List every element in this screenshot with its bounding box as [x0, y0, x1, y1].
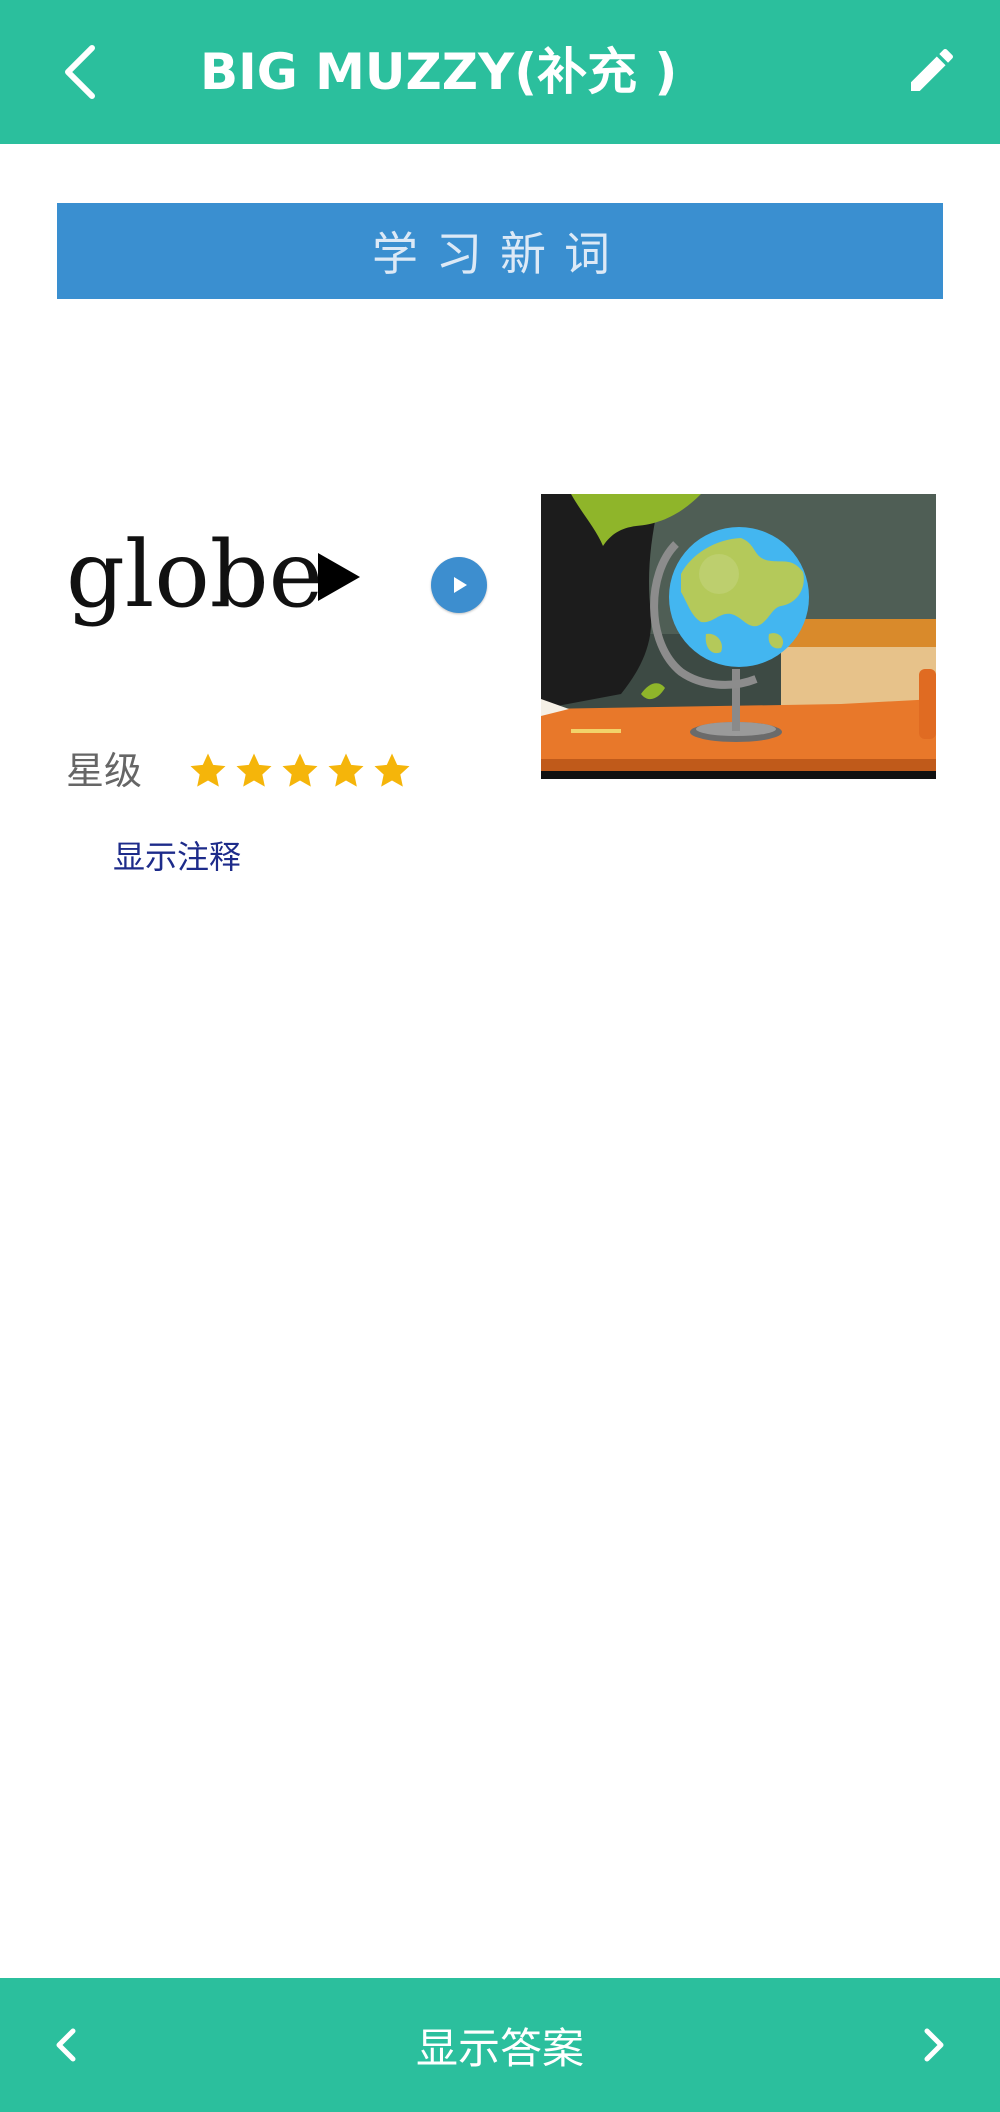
previous-button[interactable] — [30, 2003, 100, 2087]
chevron-left-icon — [65, 45, 95, 99]
audio-play-button[interactable] — [431, 557, 487, 613]
audio-play-icon — [454, 577, 467, 593]
next-button[interactable] — [900, 2003, 970, 2087]
star-rating[interactable] — [188, 746, 412, 796]
chevron-left-icon — [56, 2028, 76, 2062]
star-icon[interactable] — [280, 751, 320, 791]
word-study-screen: BIG MUZZY(补充 ) 学习新词 globe 星级 显示注释 显示答案 — [0, 0, 1000, 2112]
show-answer-button[interactable]: 显示答案 — [300, 2003, 700, 2087]
back-button[interactable] — [40, 32, 120, 112]
top-bar: BIG MUZZY(补充 ) — [0, 0, 1000, 144]
rating-label: 星级 — [66, 749, 143, 793]
page-title: BIG MUZZY(补充 ) — [200, 43, 678, 101]
word-illustration — [541, 494, 936, 779]
chevron-right-icon — [924, 2028, 944, 2062]
learn-new-word-banner: 学习新词 — [57, 203, 943, 299]
show-notes-link[interactable]: 显示注释 — [113, 832, 241, 882]
star-icon[interactable] — [188, 751, 228, 791]
globe-illustration — [541, 494, 936, 779]
star-icon[interactable] — [326, 751, 366, 791]
play-triangle-icon[interactable] — [318, 553, 360, 601]
pencil-icon — [911, 48, 954, 91]
bottom-bar: 显示答案 — [0, 1978, 1000, 2112]
edit-button[interactable] — [892, 30, 972, 110]
star-icon[interactable] — [234, 751, 274, 791]
star-icon[interactable] — [372, 751, 412, 791]
vocabulary-word: globe — [66, 521, 324, 628]
